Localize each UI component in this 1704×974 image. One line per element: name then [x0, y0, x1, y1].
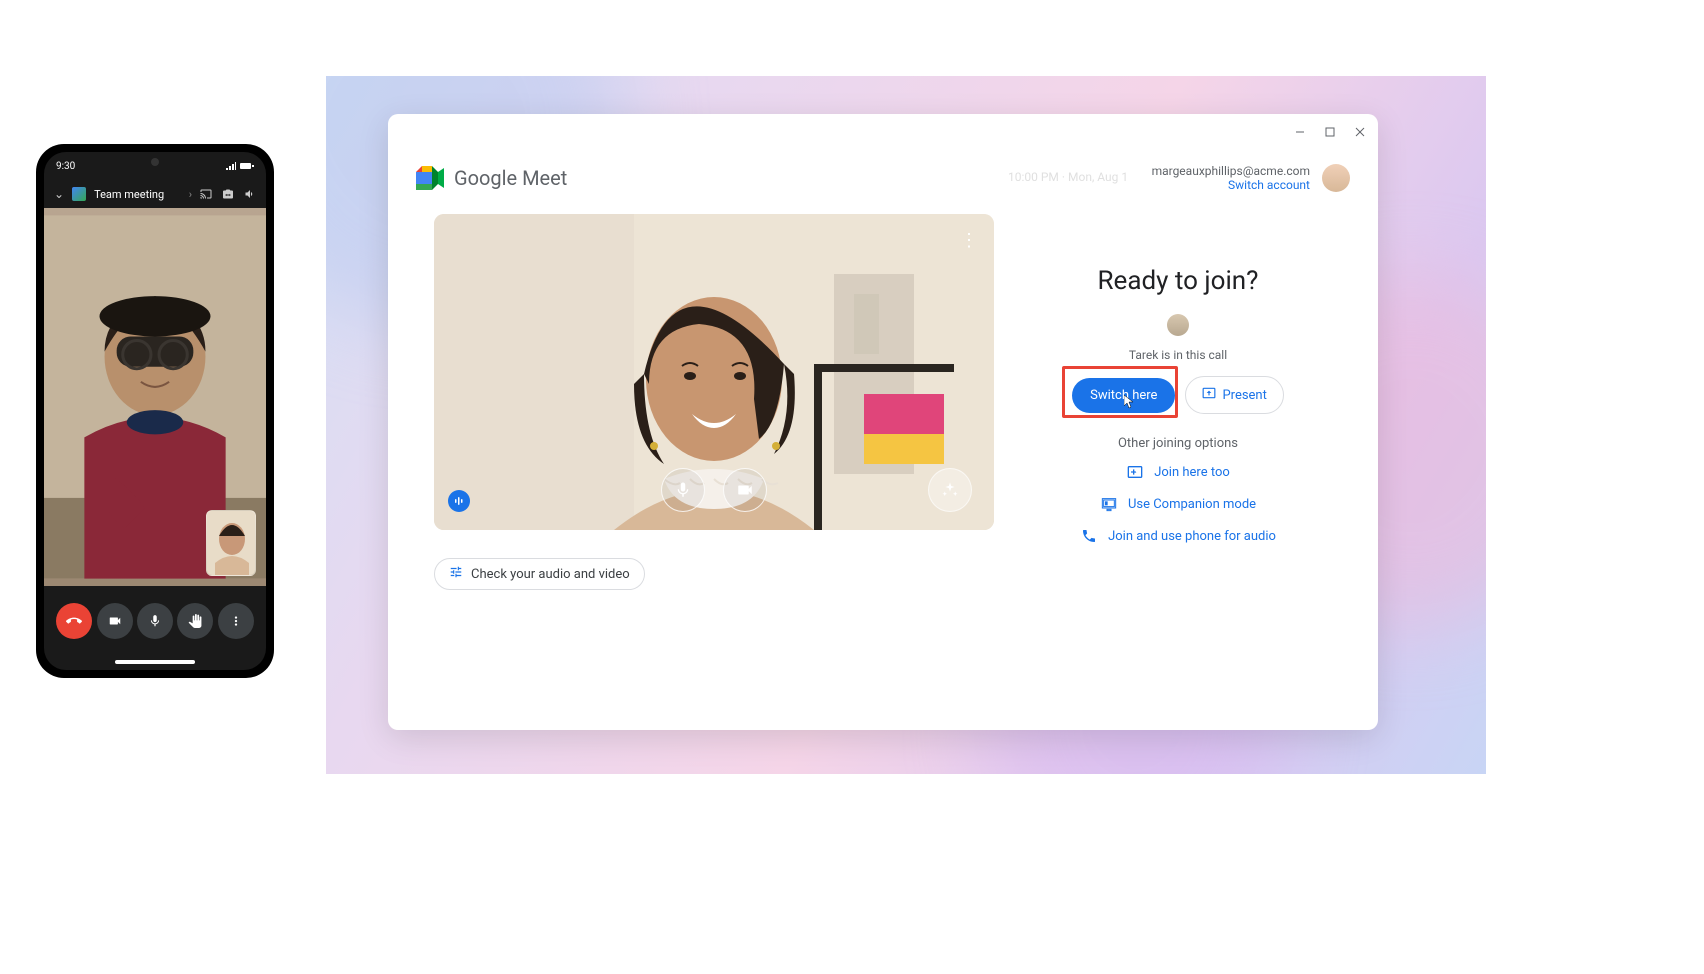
more-options-button[interactable]	[218, 603, 254, 639]
meeting-title: Team meeting	[94, 188, 181, 201]
check-av-label: Check your audio and video	[471, 567, 630, 582]
self-view-pip[interactable]	[206, 510, 256, 576]
status-icons	[226, 162, 254, 170]
minimize-button[interactable]	[1294, 126, 1306, 138]
option-list: Join here too Use Companion mode Join an…	[1080, 463, 1276, 545]
phone-audio-label: Join and use phone for audio	[1108, 529, 1276, 544]
other-options-label: Other joining options	[1118, 436, 1238, 451]
camera-notch	[151, 158, 159, 166]
switch-here-button[interactable]: Switch here	[1072, 378, 1175, 413]
present-label: Present	[1222, 388, 1266, 403]
chevron-down-icon[interactable]: ⌄	[54, 187, 64, 201]
switch-account-link[interactable]: Switch account	[1228, 178, 1310, 192]
meet-logo-icon	[416, 166, 444, 190]
preview-column: ⋮	[434, 206, 994, 710]
participant-avatar	[1167, 314, 1189, 336]
raise-hand-button[interactable]	[177, 603, 213, 639]
window-titlebar	[388, 114, 1378, 150]
video-toggle-button[interactable]	[97, 603, 133, 639]
cast-icon[interactable]	[200, 188, 212, 200]
phone-call-controls	[44, 586, 266, 656]
close-button[interactable]	[1354, 126, 1366, 138]
phone-status-bar: 9:30	[44, 152, 266, 180]
join-buttons: Switch here Present	[1072, 376, 1284, 414]
phone-video-area	[44, 208, 266, 586]
meet-app-window: Google Meet margeauxphillips@acme.com Sw…	[388, 114, 1378, 730]
meet-logo-icon	[72, 187, 86, 201]
home-indicator[interactable]	[115, 660, 195, 664]
join-here-label: Join here too	[1154, 465, 1230, 480]
cursor-icon	[1124, 395, 1134, 412]
present-icon	[1202, 386, 1216, 404]
app-header: Google Meet margeauxphillips@acme.com Sw…	[388, 150, 1378, 206]
phone-time: 9:30	[56, 161, 75, 172]
phone-audio-option[interactable]: Join and use phone for audio	[1080, 527, 1276, 545]
preview-more-icon[interactable]: ⋮	[960, 230, 978, 251]
speaker-icon[interactable]	[244, 188, 256, 200]
companion-label: Use Companion mode	[1128, 497, 1256, 512]
account-area: margeauxphillips@acme.com Switch account	[1152, 164, 1350, 192]
battery-icon	[240, 162, 254, 170]
add-screen-icon	[1126, 463, 1144, 481]
effects-button[interactable]	[928, 468, 972, 512]
join-column: Ready to join? Tarek is in this call Swi…	[1024, 206, 1332, 710]
in-call-text: Tarek is in this call	[1129, 348, 1227, 362]
present-button[interactable]: Present	[1185, 376, 1283, 414]
camera-button[interactable]	[723, 468, 767, 512]
phone-device: 9:30 ⌄ Team meeting ›	[36, 144, 274, 678]
mic-toggle-button[interactable]	[137, 603, 173, 639]
companion-mode-option[interactable]: Use Companion mode	[1100, 495, 1256, 513]
check-audio-video-button[interactable]: Check your audio and video	[434, 558, 645, 590]
preview-controls	[661, 468, 767, 512]
phone-audio-icon	[1080, 527, 1098, 545]
maximize-button[interactable]	[1324, 126, 1336, 138]
main-content: ⋮	[388, 206, 1378, 730]
desktop-background: Google Meet margeauxphillips@acme.com Sw…	[326, 76, 1486, 774]
voice-indicator-icon	[448, 490, 470, 512]
join-here-too-option[interactable]: Join here too	[1126, 463, 1230, 481]
companion-icon	[1100, 495, 1118, 513]
tune-icon	[449, 565, 463, 583]
phone-meet-header: ⌄ Team meeting ›	[44, 180, 266, 208]
brand-text: Google Meet	[454, 166, 567, 190]
end-call-button[interactable]	[56, 603, 92, 639]
faded-datetime: 10:00 PM · Mon, Aug 1	[1008, 170, 1128, 184]
switch-camera-icon[interactable]	[222, 188, 234, 200]
app-brand: Google Meet	[416, 166, 567, 190]
video-preview: ⋮	[434, 214, 994, 530]
signal-icon	[226, 162, 236, 170]
user-email: margeauxphillips@acme.com	[1152, 164, 1310, 178]
ready-title: Ready to join?	[1098, 266, 1259, 296]
phone-screen: 9:30 ⌄ Team meeting ›	[44, 152, 266, 670]
chevron-right-icon: ›	[189, 188, 192, 201]
mic-button[interactable]	[661, 468, 705, 512]
user-avatar[interactable]	[1322, 164, 1350, 192]
